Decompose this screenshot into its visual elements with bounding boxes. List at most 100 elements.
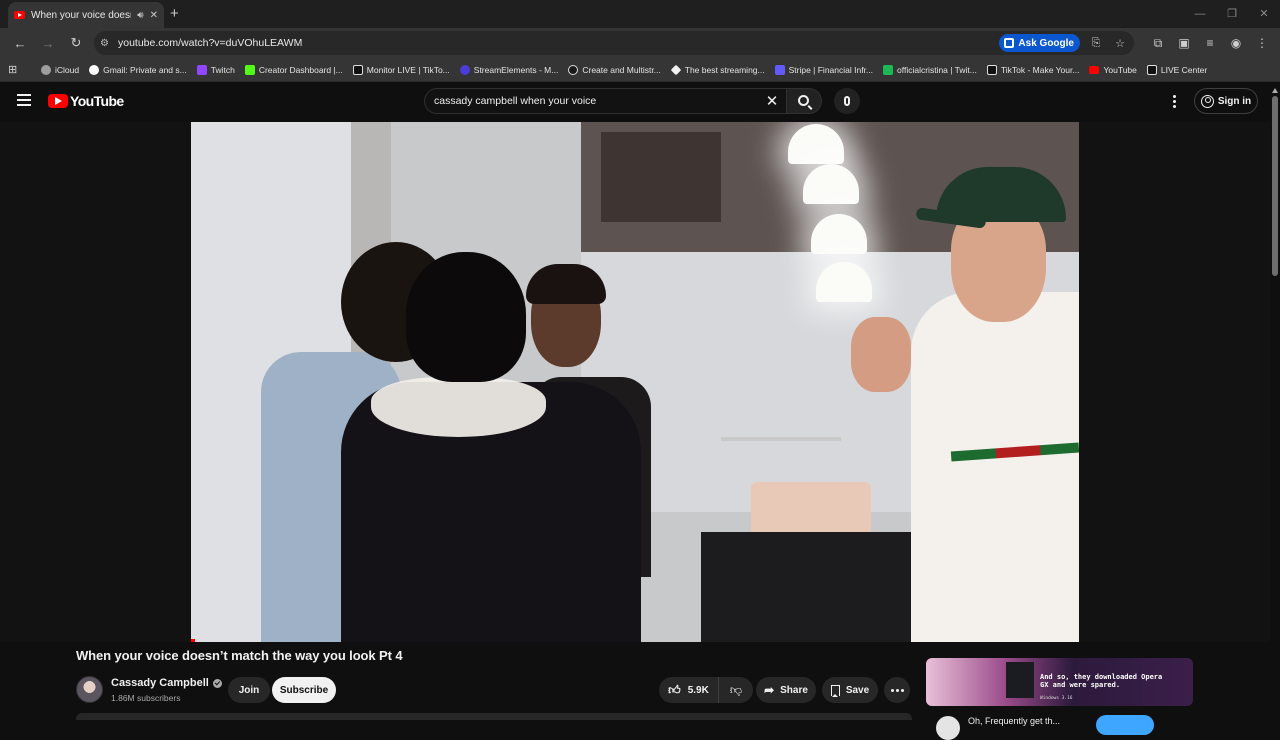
channel-name[interactable]: Cassady Campbell [111,677,209,689]
save-label: Save [845,684,870,696]
youtube-favicon-icon [14,11,25,19]
close-tab-icon[interactable]: ✕ [150,10,158,21]
ad-subline: Windows 3.16 [1040,696,1073,701]
search-icon [797,94,809,106]
verified-badge-icon [212,678,222,688]
ad-headline: And so, they downloaded Opera GX and wer… [1040,673,1163,689]
bookmark-item[interactable]: Monitor LIVE | TikTo... [348,64,455,75]
toolbar-right: ⧉ ▣ ≡ ◉ ⋮ [1148,36,1272,51]
share-button[interactable]: ➦ Share [756,677,816,703]
bookmark-item[interactable]: Gmail: Private and s... [84,64,192,75]
thumbs-up-icon: 👍︎ [668,682,681,697]
reload-icon[interactable]: ↻ [64,35,88,51]
share-label: Share [780,684,808,696]
minimize-icon[interactable]: — [1184,0,1216,28]
restream-icon [568,64,579,75]
video-progress-bar[interactable] [191,639,195,642]
restore-icon[interactable]: ❐ [1216,0,1248,28]
subscriber-count: 1.86M subscribers [111,693,181,703]
account-icon [1200,94,1214,108]
dislike-button[interactable]: 👎︎ [719,677,753,703]
sidebar-next-item[interactable]: Oh, Frequently get th... [936,712,1196,740]
youtube-logo[interactable]: YouTube [48,93,124,109]
youtube-wordmark: YouTube [70,93,124,109]
new-tab-icon[interactable]: + [170,5,179,22]
search-button[interactable] [786,88,822,114]
install-app-icon[interactable]: ⎘ [1088,37,1104,50]
apple-icon [41,64,51,75]
bookmark-item[interactable]: Twitch [192,64,240,75]
back-arrow-icon[interactable]: ← [8,36,32,51]
voice-search-button[interactable] [834,88,860,114]
owner-row: Cassady Campbell 1.86M subscribers Join … [76,674,912,706]
url-text[interactable]: youtube.com/watch?v=duVOhuLEAWM [118,37,991,49]
description-box[interactable] [76,713,912,720]
address-bar[interactable]: ⚙ youtube.com/watch?v=duVOhuLEAWM Ask Go… [94,31,1134,55]
bookmarks-bar: ⊞ iCloud Gmail: Private and s... Twitch … [0,58,1280,82]
bookmark-item[interactable]: The best streaming... [666,64,770,75]
bookmark-item[interactable]: YouTube [1084,65,1141,75]
bookmark-item[interactable]: Creator Dashboard |... [240,64,348,75]
extensions-icon[interactable]: ⧉ [1148,36,1168,51]
media-controls-icon[interactable]: ≡ [1200,36,1220,51]
kick-icon [244,64,255,75]
search-query[interactable]: cassady campbell when your voice [434,95,758,107]
apps-grid-icon[interactable]: ⊞ [8,63,28,76]
sidebar-ad-banner[interactable]: And so, they downloaded Opera GX and wer… [926,658,1193,706]
like-button[interactable]: 👍︎ 5.9K [659,677,719,703]
ad-character-image [1006,662,1034,698]
lens-icon [1004,38,1015,48]
window-close-icon[interactable]: ✕ [1248,0,1280,28]
channel-avatar[interactable] [76,676,103,703]
streamelements-icon [459,64,470,75]
profile-icon[interactable]: ◉ [1226,36,1246,51]
youtube-play-icon [48,94,68,108]
bookmark-item[interactable]: LIVE Center [1142,64,1212,75]
ask-google-label: Ask Google [1018,37,1074,49]
subscribe-button[interactable]: Subscribe [272,677,336,703]
browser-tab-active[interactable]: When your voice doesn't m 🔊︎ ✕ [8,2,164,28]
scroll-up-arrow-icon[interactable] [1272,88,1278,93]
twitch-icon [196,64,207,75]
next-item-name: Oh, Frequently get th... [968,716,1061,726]
google-icon [89,64,100,75]
tiktok-icon [352,64,363,75]
window-controls: — ❐ ✕ [1184,0,1280,28]
share-arrow-icon: ➦ [764,683,775,697]
youtube-masthead: YouTube cassady campbell when your voice… [0,82,1280,120]
sign-in-button[interactable]: Sign in [1194,88,1258,114]
ask-google-button[interactable]: Ask Google [999,34,1080,52]
save-button[interactable]: Save [822,677,878,703]
page-scrollbar[interactable] [1270,84,1280,720]
thumbs-down-icon: 👎︎ [729,682,743,697]
bookmark-item[interactable]: StreamElements - M... [455,64,564,75]
forward-arrow-icon[interactable]: → [36,36,60,51]
bookmark-item[interactable]: officialcristina | Twit... [878,64,982,75]
youtube-icon [1089,65,1100,74]
split-view-icon[interactable]: ▣ [1174,36,1194,51]
bookmark-item[interactable]: Stripe | Financial Infr... [770,64,878,75]
more-actions-button[interactable] [884,677,910,703]
channel-name-link[interactable]: Cassady Campbell [111,677,222,689]
bookmark-item[interactable]: iCloud [36,64,84,75]
speaker-icon[interactable]: 🔊︎ [137,10,143,21]
search-input[interactable]: cassady campbell when your voice ✕ [424,88,786,114]
menu-icon[interactable] [17,94,31,106]
site-info-icon[interactable]: ⚙ [100,38,110,49]
video-player[interactable] [191,122,1079,642]
bookmark-star-icon[interactable]: ☆ [1112,37,1128,50]
bookmark-item[interactable]: Create and Multistr... [563,64,665,75]
video-title: When your voice doesn’t match the way yo… [76,648,403,663]
tiktok-icon [1146,64,1157,75]
scrollbar-thumb[interactable] [1272,96,1278,276]
bookmark-item[interactable]: TikTok - Make Your... [982,64,1085,75]
join-button[interactable]: Join [228,677,270,703]
browser-menu-icon[interactable]: ⋮ [1252,36,1272,51]
settings-more-icon[interactable] [1166,90,1182,112]
tiktok-icon [986,64,997,75]
browser-toolbar: ← → ↻ ⚙ youtube.com/watch?v=duVOhuLEAWM … [0,28,1280,58]
next-item-cta-button[interactable] [1096,715,1154,735]
player-stage [0,122,1270,642]
like-count: 5.9K [687,684,709,696]
clear-search-icon[interactable]: ✕ [758,92,786,110]
